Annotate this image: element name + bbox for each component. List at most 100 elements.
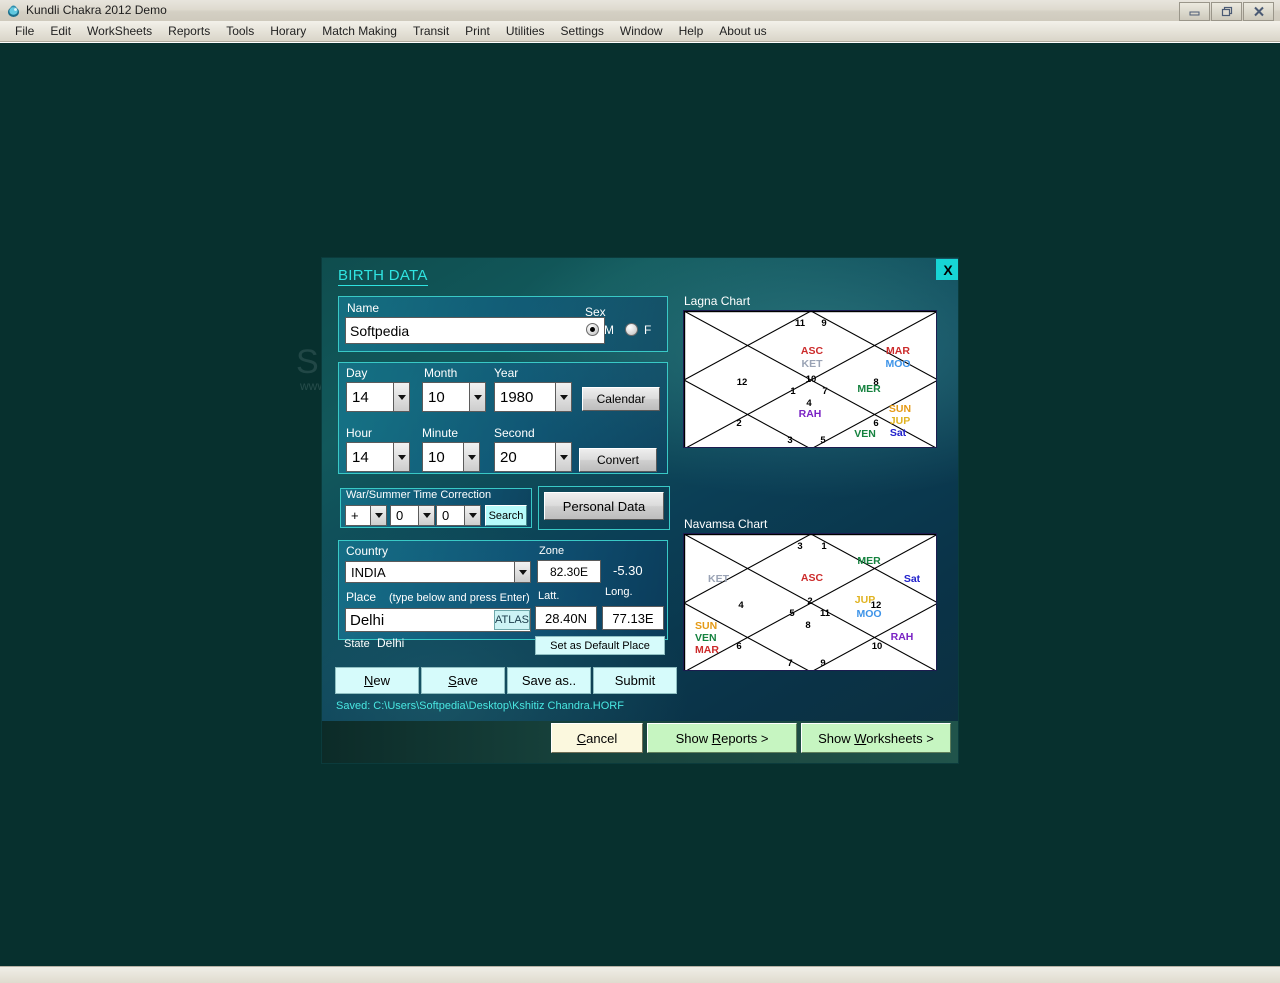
war-time-sign-chevron-down-icon[interactable]: [370, 505, 387, 526]
war-time-legend: War/Summer Time Correction: [346, 489, 492, 501]
country-combo[interactable]: INDIA: [345, 561, 531, 583]
window-titlebar: Kundli Chakra 2012 Demo: [0, 0, 1280, 22]
minute-value: 10: [422, 442, 463, 472]
menu-item-transit[interactable]: Transit: [405, 22, 457, 40]
lagna-chart-title: Lagna Chart: [684, 294, 751, 308]
new-button-label: New: [363, 673, 390, 688]
war-time-minutes-combo[interactable]: 0: [436, 505, 481, 526]
name-input[interactable]: [345, 317, 605, 344]
house-number: 4: [738, 600, 744, 611]
long-value[interactable]: 77.13E: [602, 606, 664, 630]
war-time-minutes-chevron-down-icon[interactable]: [464, 505, 481, 526]
close-icon: [1253, 6, 1264, 17]
war-time-hours-combo[interactable]: 0: [390, 505, 435, 526]
state-value: Delhi: [377, 636, 405, 650]
planet-mar: MAR: [695, 644, 719, 656]
search-button[interactable]: Search: [485, 505, 527, 526]
house-number: 2: [736, 418, 741, 429]
atlas-button[interactable]: ATLAS: [494, 610, 530, 630]
day-value: 14: [346, 382, 393, 412]
planet-rah: RAH: [799, 408, 822, 420]
second-combo[interactable]: 20: [494, 442, 572, 472]
planet-mar: MAR: [886, 345, 910, 357]
year-combo[interactable]: 1980: [494, 382, 572, 412]
menu-item-match-making[interactable]: Match Making: [314, 22, 405, 40]
saved-path-text: Saved: C:\Users\Softpedia\Desktop\Kshiti…: [336, 700, 624, 712]
house-number: 1: [790, 386, 796, 397]
day-chevron-down-icon[interactable]: [393, 382, 410, 412]
menu-item-reports[interactable]: Reports: [160, 22, 218, 40]
place-label: Place: [346, 590, 377, 604]
house-number: 7: [822, 386, 827, 397]
house-number: 11: [795, 318, 806, 329]
war-time-sign-combo[interactable]: +: [345, 505, 387, 526]
menu-item-about-us[interactable]: About us: [711, 22, 774, 40]
zone-value[interactable]: 82.30E: [537, 560, 601, 583]
menu-item-tools[interactable]: Tools: [218, 22, 262, 40]
second-value: 20: [494, 442, 555, 472]
show-worksheets-button[interactable]: Show Worksheets >: [801, 723, 951, 753]
country-chevron-down-icon[interactable]: [514, 561, 531, 583]
state-label: State: [344, 638, 370, 650]
year-label: Year: [494, 366, 519, 380]
hour-chevron-down-icon[interactable]: [393, 442, 410, 472]
year-chevron-down-icon[interactable]: [555, 382, 572, 412]
war-time-minutes-value: 0: [436, 505, 464, 526]
menu-item-utilities[interactable]: Utilities: [498, 22, 553, 40]
birth-data-dialog: BIRTH DATA X Name Sex M F Day Month Year…: [322, 258, 958, 763]
menu-item-worksheets[interactable]: WorkSheets: [79, 22, 160, 40]
set-default-place-button[interactable]: Set as Default Place: [535, 636, 665, 655]
latt-value[interactable]: 28.40N: [535, 606, 597, 630]
sex-label-male: M: [604, 323, 614, 337]
dialog-close-button[interactable]: X: [936, 259, 958, 280]
show-reports-button[interactable]: Show Reports >: [647, 723, 797, 753]
country-value: INDIA: [345, 561, 514, 583]
calendar-button[interactable]: Calendar: [582, 387, 660, 411]
hour-combo[interactable]: 14: [346, 442, 410, 472]
personal-data-button[interactable]: Personal Data: [544, 492, 664, 520]
minute-combo[interactable]: 10: [422, 442, 480, 472]
place-hint: (type below and press Enter): [389, 592, 530, 604]
second-chevron-down-icon[interactable]: [555, 442, 572, 472]
app-icon: [6, 3, 21, 18]
restore-icon: [1221, 6, 1232, 17]
house-number: 10: [806, 374, 817, 385]
planet-sun: SUN: [889, 403, 911, 415]
new-button[interactable]: New: [335, 667, 419, 694]
house-number: 2: [807, 596, 812, 607]
save-as-button[interactable]: Save as..: [507, 667, 591, 694]
save-button[interactable]: Save: [421, 667, 505, 694]
day-combo[interactable]: 14: [346, 382, 410, 412]
war-time-hours-chevron-down-icon[interactable]: [418, 505, 435, 526]
cancel-button[interactable]: Cancel: [551, 723, 643, 753]
minimize-button[interactable]: [1179, 2, 1210, 21]
country-label: Country: [346, 544, 389, 558]
planet-ket: KET: [802, 358, 824, 370]
window-title: Kundli Chakra 2012 Demo: [26, 3, 167, 17]
month-combo[interactable]: 10: [422, 382, 486, 412]
house-number: 3: [797, 541, 802, 552]
long-label: Long.: [605, 586, 633, 598]
restore-button[interactable]: [1211, 2, 1242, 21]
minute-chevron-down-icon[interactable]: [463, 442, 480, 472]
month-chevron-down-icon[interactable]: [469, 382, 486, 412]
convert-button[interactable]: Convert: [579, 448, 657, 472]
close-button[interactable]: [1243, 2, 1274, 21]
war-time-sign-value: +: [345, 505, 370, 526]
cancel-button-label: Cancel: [576, 730, 618, 746]
submit-button[interactable]: Submit: [593, 667, 677, 694]
sex-radio-female[interactable]: [625, 323, 638, 336]
house-number: 12: [737, 377, 748, 388]
menu-item-help[interactable]: Help: [671, 22, 712, 40]
navamsa-chart-svg: 3 1 4 12 2 5 11 8 6 10 7 9 MER ASC KET S…: [684, 534, 936, 670]
menu-item-edit[interactable]: Edit: [42, 22, 79, 40]
menu-item-horary[interactable]: Horary: [262, 22, 314, 40]
menu-item-print[interactable]: Print: [457, 22, 498, 40]
menu-item-window[interactable]: Window: [612, 22, 671, 40]
menu-item-file[interactable]: File: [7, 22, 42, 40]
planet-ket: KET: [708, 573, 730, 585]
sex-radio-male[interactable]: [586, 323, 599, 336]
navamsa-chart-title: Navamsa Chart: [684, 517, 768, 531]
menu-item-settings[interactable]: Settings: [553, 22, 612, 40]
status-bar: [0, 966, 1280, 983]
